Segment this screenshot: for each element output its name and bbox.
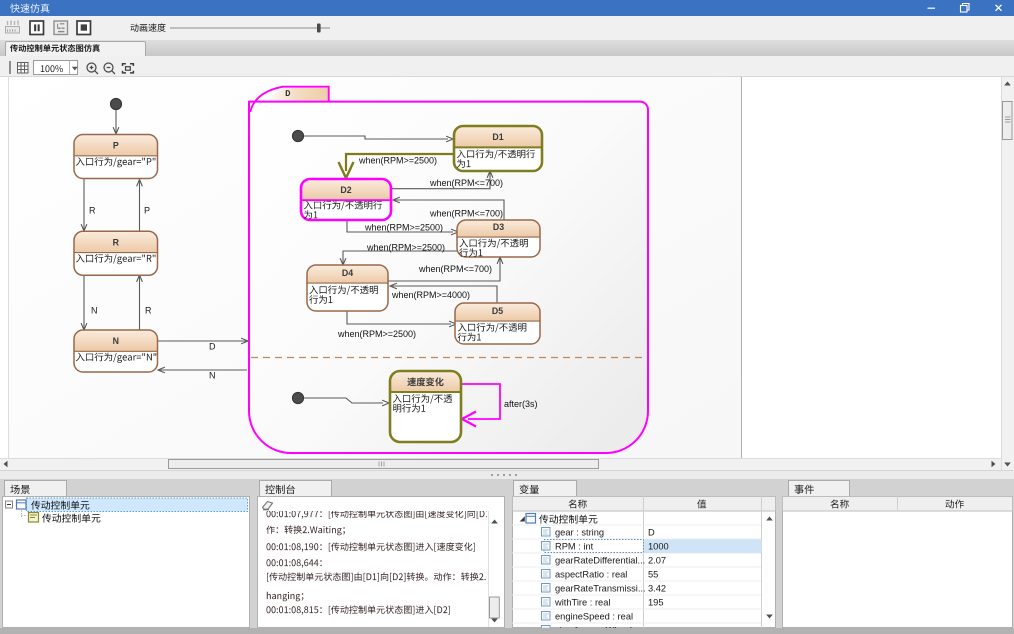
svg-text:gearRateDifferential...: gearRateDifferential...: [555, 556, 645, 566]
svg-text:when(RPM<=700): when(RPM<=700): [429, 178, 503, 188]
svg-text:gear : string: gear : string: [555, 528, 604, 538]
svg-text:D2: D2: [340, 185, 351, 195]
svg-text:circuferenceWheel :...: circuferenceWheel :...: [555, 626, 645, 629]
svg-text:D5: D5: [492, 306, 503, 316]
svg-text:D4: D4: [342, 268, 353, 278]
svg-text:D: D: [209, 342, 216, 352]
svg-text:D3: D3: [493, 222, 504, 232]
svg-text:engineSpeed : real: engineSpeed : real: [555, 612, 633, 622]
svg-text:R: R: [113, 237, 120, 247]
svg-text:2.07: 2.07: [648, 556, 666, 566]
svg-text:N: N: [91, 306, 98, 316]
svg-text:when(RPM>=4000): when(RPM>=4000): [391, 290, 470, 300]
svg-text:when(RPM<=700): when(RPM<=700): [429, 209, 503, 219]
svg-text:1000: 1000: [648, 542, 669, 552]
svg-text:N: N: [209, 371, 216, 381]
svg-text:R: R: [89, 206, 96, 216]
svg-text:55: 55: [648, 570, 658, 580]
svg-text:3.42: 3.42: [648, 584, 666, 594]
svg-text:195: 195: [648, 598, 664, 608]
svg-text:when(RPM>=2500): when(RPM>=2500): [366, 243, 445, 253]
svg-text:after(3s): after(3s): [504, 399, 538, 409]
svg-text:when(RPM>=2500): when(RPM>=2500): [364, 223, 443, 233]
svg-text:gearRateTransmissi...: gearRateTransmissi...: [555, 584, 646, 594]
svg-text:P: P: [113, 141, 119, 151]
svg-text:RPM : int: RPM : int: [555, 542, 594, 552]
svg-text:when(RPM>=2500): when(RPM>=2500): [337, 329, 416, 339]
svg-text:when(RPM<=700): when(RPM<=700): [418, 264, 492, 274]
svg-text:when(RPM>=2500): when(RPM>=2500): [358, 156, 437, 166]
svg-text:D1: D1: [492, 132, 503, 142]
svg-text:D: D: [648, 528, 655, 538]
svg-text:N: N: [113, 336, 119, 346]
svg-text:aspectRatio : real: aspectRatio : real: [555, 570, 627, 580]
svg-text:R: R: [145, 306, 152, 316]
svg-text:P: P: [144, 206, 150, 216]
svg-text:withTire : real: withTire : real: [554, 598, 610, 608]
